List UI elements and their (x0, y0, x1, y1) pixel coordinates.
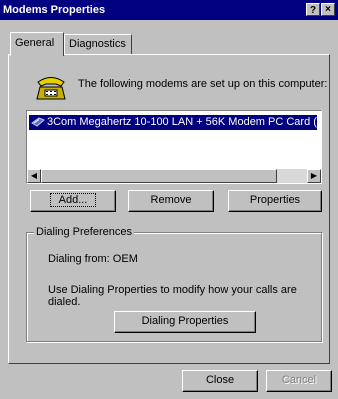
cancel-button: Cancel (266, 370, 332, 392)
pc-card-modem-icon (31, 117, 45, 127)
close-button[interactable]: Close (182, 370, 258, 392)
dialing-hint-line2: dialed. (48, 296, 81, 308)
remove-button[interactable]: Remove (128, 190, 214, 212)
modem-name: 3Com Megahertz 10-100 LAN + 56K Modem PC… (47, 116, 317, 128)
close-icon: × (325, 4, 331, 15)
modems-info-text: The following modems are set up on this … (78, 78, 328, 90)
window-title: Modems Properties (3, 4, 106, 16)
title-bar[interactable]: Modems Properties ? × (0, 0, 338, 20)
modem-phone-icon (36, 77, 66, 100)
tab-general[interactable]: General (10, 32, 64, 56)
tab-general-label: General (15, 37, 55, 49)
dialing-from-text: Dialing from: OEM (48, 253, 138, 265)
dialing-preferences-label: Dialing Preferences (34, 226, 134, 238)
scroll-thumb[interactable] (41, 169, 277, 183)
add-button-label: Add... (49, 193, 97, 207)
close-button-label: Close (205, 374, 235, 386)
help-icon: ? (309, 5, 317, 16)
modems-properties-window: Modems Properties ? × General Diagnostic… (0, 0, 338, 399)
help-button[interactable]: ? (306, 3, 320, 16)
dialing-hint-line1: Use Dialing Properties to modify how you… (48, 284, 297, 296)
close-window-button[interactable]: × (321, 3, 335, 16)
dialing-properties-button-label: Dialing Properties (141, 315, 229, 327)
remove-button-label: Remove (150, 194, 192, 206)
dialing-properties-button[interactable]: Dialing Properties (114, 311, 256, 333)
tab-diagnostics[interactable]: Diagnostics (64, 34, 132, 54)
tab-diagnostics-label: Diagnostics (69, 38, 126, 50)
properties-button-label: Properties (249, 194, 301, 206)
cancel-button-label: Cancel (281, 374, 317, 386)
modem-list[interactable]: 3Com Megahertz 10-100 LAN + 56K Modem PC… (26, 110, 322, 184)
scroll-left-button[interactable]: ◀ (27, 169, 41, 183)
scroll-right-button[interactable]: ▶ (307, 169, 321, 183)
arrow-right-icon: ▶ (310, 171, 318, 180)
list-item[interactable]: 3Com Megahertz 10-100 LAN + 56K Modem PC… (29, 115, 317, 130)
horizontal-scrollbar[interactable]: ◀ ▶ (27, 169, 321, 183)
add-button[interactable]: Add... (30, 190, 116, 212)
properties-button[interactable]: Properties (228, 190, 322, 212)
arrow-left-icon: ◀ (30, 171, 38, 180)
